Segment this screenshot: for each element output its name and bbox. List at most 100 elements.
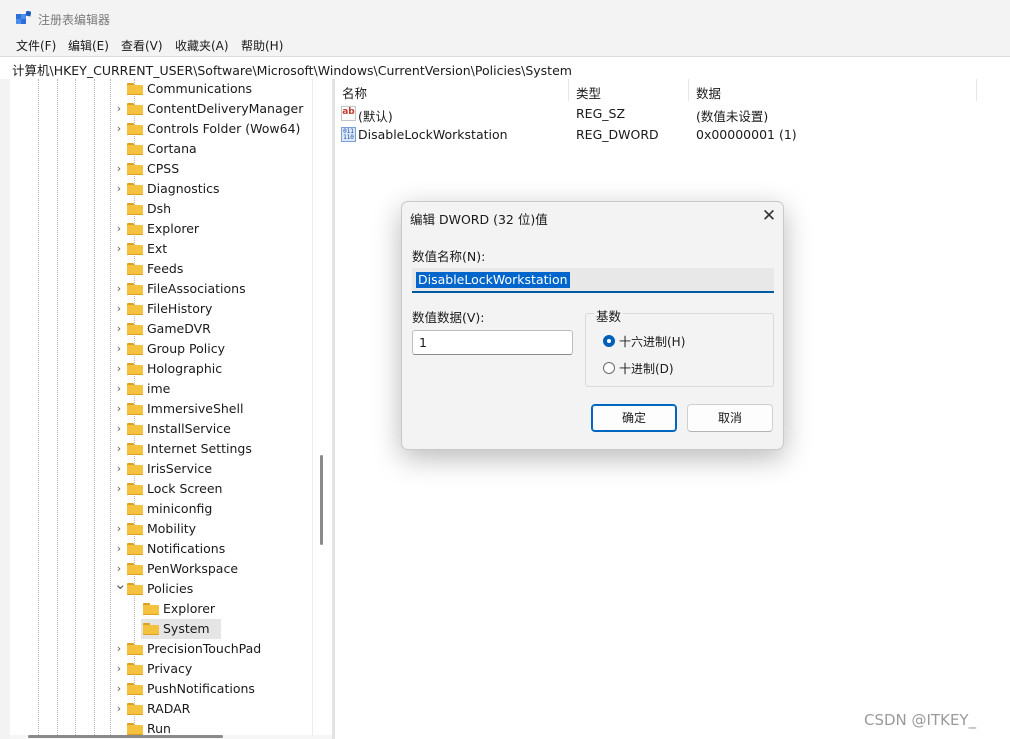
tree-item[interactable]: › Internet Settings	[10, 439, 312, 459]
chevron-right-icon[interactable]: ›	[114, 322, 124, 336]
column-separator[interactable]	[976, 79, 977, 101]
column-header-name[interactable]: 名称	[342, 79, 367, 101]
value-data: 0x00000001 (1)	[696, 127, 797, 142]
tree-item[interactable]: Explorer	[10, 599, 312, 619]
chevron-down-icon[interactable]: ⌄	[114, 577, 127, 592]
tree-item-label: Mobility	[147, 521, 197, 536]
tree-item[interactable]: Communications	[10, 79, 312, 99]
tree-item[interactable]: › Notifications	[10, 539, 312, 559]
tree-item[interactable]: › IrisService	[10, 459, 312, 479]
tree-item[interactable]: miniconfig	[10, 499, 312, 519]
value-data-input[interactable]: 1	[412, 330, 573, 355]
address-path[interactable]: 计算机\HKEY_CURRENT_USER\Software\Microsoft…	[12, 60, 572, 79]
tree-scrollbar-thumb[interactable]	[320, 455, 323, 545]
tree-item[interactable]: › FileHistory	[10, 299, 312, 319]
tree-item[interactable]: › ImmersiveShell	[10, 399, 312, 419]
tree-item[interactable]: › Ext	[10, 239, 312, 259]
tree-item[interactable]: › Lock Screen	[10, 479, 312, 499]
tree-horizontal-scrollbar[interactable]	[10, 735, 332, 739]
chevron-right-icon[interactable]: ›	[114, 402, 124, 416]
chevron-right-icon[interactable]: ›	[114, 282, 124, 296]
tree-item[interactable]: Feeds	[10, 259, 312, 279]
tree-item[interactable]: › FileAssociations	[10, 279, 312, 299]
tree-item-label: Lock Screen	[147, 481, 223, 496]
radio-decimal[interactable]	[603, 362, 615, 374]
horizontal-scrollbar-thumb[interactable]	[28, 735, 223, 738]
tree-item-selected[interactable]: System	[10, 619, 312, 639]
chevron-right-icon[interactable]: ›	[114, 442, 124, 456]
chevron-right-icon[interactable]: ›	[114, 702, 124, 716]
chevron-right-icon[interactable]: ›	[114, 102, 124, 116]
tree-item[interactable]: › Holographic	[10, 359, 312, 379]
radio-hex-label[interactable]: 十六进制(H)	[619, 333, 685, 350]
column-header-data[interactable]: 数据	[696, 79, 721, 101]
cancel-button[interactable]: 取消	[687, 404, 773, 432]
radio-hex[interactable]	[603, 335, 615, 347]
chevron-right-icon[interactable]: ›	[114, 362, 124, 376]
menu-help[interactable]: 帮助(H)	[241, 37, 283, 54]
menu-file[interactable]: 文件(F)	[16, 37, 56, 54]
tree-item[interactable]: Dsh	[10, 199, 312, 219]
tree-item[interactable]: › Controls Folder (Wow64)	[10, 119, 312, 139]
tree-item[interactable]: Cortana	[10, 139, 312, 159]
tree-item[interactable]: › GameDVR	[10, 319, 312, 339]
menu-edit[interactable]: 编辑(E)	[68, 37, 109, 54]
tree-item-label: Privacy	[147, 661, 193, 676]
column-separator[interactable]	[688, 79, 689, 101]
dialog-title: 编辑 DWORD (32 位)值	[410, 212, 548, 227]
folder-icon	[127, 503, 143, 515]
tree-item-label: PrecisionTouchPad	[147, 641, 262, 656]
tree-item[interactable]: › ContentDeliveryManager	[10, 99, 312, 119]
chevron-right-icon[interactable]: ›	[114, 662, 124, 676]
chevron-right-icon[interactable]: ›	[114, 462, 124, 476]
value-row-default[interactable]: ab (默认) REG_SZ (数值未设置)	[335, 104, 1010, 125]
tree-item[interactable]: › ime	[10, 379, 312, 399]
tree-item[interactable]: › CPSS	[10, 159, 312, 179]
tree-scrollbar[interactable]	[312, 79, 333, 739]
chevron-right-icon[interactable]: ›	[114, 682, 124, 696]
chevron-right-icon[interactable]: ›	[114, 242, 124, 256]
close-icon[interactable]: ✕	[758, 206, 780, 228]
radio-decimal-label[interactable]: 十进制(D)	[619, 360, 674, 377]
chevron-right-icon[interactable]: ›	[114, 122, 124, 136]
tree-item[interactable]: › Privacy	[10, 659, 312, 679]
tree-item[interactable]: › Group Policy	[10, 339, 312, 359]
chevron-right-icon[interactable]: ›	[114, 382, 124, 396]
chevron-right-icon[interactable]: ›	[114, 522, 124, 536]
tree-item-label: Diagnostics	[147, 181, 220, 196]
chevron-right-icon[interactable]: ›	[114, 562, 124, 576]
registry-key-tree[interactable]: Communications › ContentDeliveryManager › Co…	[10, 79, 312, 739]
tree-item[interactable]: › RADAR	[10, 699, 312, 719]
tree-item[interactable]: › Explorer	[10, 219, 312, 239]
chevron-right-icon[interactable]: ›	[114, 542, 124, 556]
chevron-right-icon[interactable]: ›	[114, 302, 124, 316]
tree-item[interactable]: › Mobility	[10, 519, 312, 539]
value-name-selected-text: DisableLockWorkstation	[416, 272, 570, 288]
chevron-right-icon[interactable]: ›	[114, 182, 124, 196]
menu-view[interactable]: 查看(V)	[121, 37, 163, 54]
chevron-right-icon[interactable]: ›	[114, 222, 124, 236]
tree-item[interactable]: › PenWorkspace	[10, 559, 312, 579]
chevron-right-icon[interactable]: ›	[114, 342, 124, 356]
folder-icon	[127, 83, 143, 95]
folder-icon	[127, 163, 143, 175]
menu-favorites[interactable]: 收藏夹(A)	[175, 37, 229, 54]
tree-item[interactable]: › Diagnostics	[10, 179, 312, 199]
chevron-right-icon[interactable]: ›	[114, 422, 124, 436]
chevron-right-icon[interactable]: ›	[114, 162, 124, 176]
tree-item-label: RADAR	[147, 701, 191, 716]
tree-item[interactable]: ⌄ Policies	[10, 577, 312, 599]
tree-item-label: System	[163, 621, 210, 636]
column-header-type[interactable]: 类型	[576, 79, 601, 101]
address-bar[interactable]: 计算机\HKEY_CURRENT_USER\Software\Microsoft…	[0, 56, 1010, 80]
ok-button[interactable]: 确定	[591, 404, 677, 432]
chevron-right-icon[interactable]: ›	[114, 482, 124, 496]
column-separator[interactable]	[568, 79, 569, 101]
chevron-right-icon[interactable]: ›	[114, 642, 124, 656]
tree-item-label: IrisService	[147, 461, 213, 476]
tree-item[interactable]: › InstallService	[10, 419, 312, 439]
value-row-disablelockworkstation[interactable]: 011 110 DisableLockWorkstation REG_DWORD …	[335, 125, 1010, 146]
tree-item[interactable]: › PushNotifications	[10, 679, 312, 699]
value-name-field[interactable]: DisableLockWorkstation	[412, 268, 774, 293]
tree-item[interactable]: › PrecisionTouchPad	[10, 639, 312, 659]
